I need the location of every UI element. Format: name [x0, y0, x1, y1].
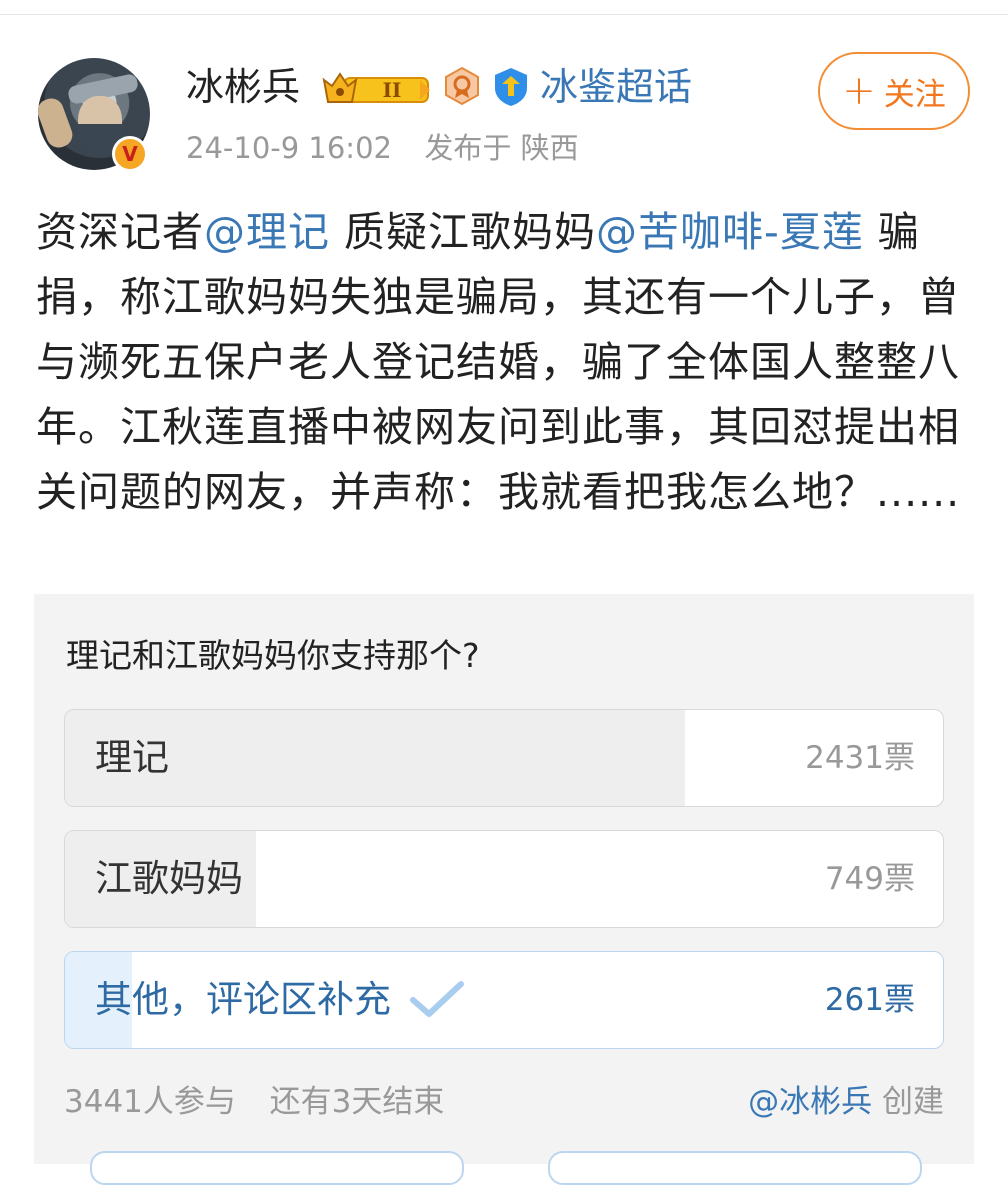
poll-title: 理记和江歌妈妈你支持那个? — [66, 636, 480, 675]
vip-v-badge-icon: V — [112, 136, 148, 172]
follow-button[interactable]: + 关注 — [818, 52, 970, 130]
poll-option[interactable]: 理记 2431票 — [64, 709, 944, 807]
username[interactable]: 冰彬兵 — [186, 62, 300, 112]
location: 发布于 陕西 — [424, 131, 579, 165]
action-button-right[interactable] — [548, 1151, 922, 1185]
follow-label: 关注 — [883, 76, 946, 113]
poll-participants: 3441人参与 — [64, 1084, 236, 1120]
poll-remaining: 还有3天结束 — [269, 1084, 445, 1120]
plus-icon: + — [842, 68, 876, 114]
poll-option-label: 理记 — [95, 736, 169, 779]
mention-link[interactable]: @苦咖啡-夏莲 — [596, 208, 864, 256]
post-text-segment: 资深记者 — [36, 208, 204, 256]
post-meta: 24-10-9 16:02 发布于 陕西 — [186, 126, 579, 170]
action-button-left[interactable] — [90, 1151, 464, 1185]
crown-level-badge-icon: II — [322, 72, 430, 103]
post-text: 资深记者@理记 质疑江歌妈妈@苦咖啡-夏莲 骗捐，称江歌妈妈失独是骗局，其还有一… — [36, 200, 976, 525]
medal-icon — [445, 66, 479, 106]
topic-link[interactable]: 冰鉴超话 — [540, 62, 692, 112]
creator-mention[interactable]: @冰彬兵 — [748, 1084, 872, 1120]
poll-option-selected[interactable]: 其他，评论区补充 261票 — [64, 951, 944, 1049]
creator-suffix: 创建 — [872, 1084, 944, 1120]
verified-shield-icon — [495, 68, 527, 106]
timestamp: 24-10-9 16:02 — [186, 131, 392, 165]
poll-stats: 3441人参与 还有3天结束 — [64, 1082, 444, 1122]
poll-option-count: 749票 — [824, 861, 915, 897]
poll-option-count: 261票 — [824, 982, 915, 1018]
poll-creator: @冰彬兵 创建 — [748, 1082, 944, 1122]
poll-option-label: 其他，评论区补充 — [95, 978, 391, 1021]
mention-link[interactable]: @理记 — [204, 208, 330, 256]
poll-option-label: 江歌妈妈 — [95, 857, 243, 900]
post-text-segment: 质疑江歌妈妈 — [330, 208, 597, 256]
poll-option-count: 2431票 — [805, 740, 915, 776]
poll-card: 理记和江歌妈妈你支持那个? 理记 2431票 江歌妈妈 749票 其他，评论区补… — [34, 594, 974, 1164]
svg-text:II: II — [383, 78, 402, 102]
top-divider — [0, 14, 1008, 15]
checkmark-icon — [410, 981, 464, 1017]
poll-option[interactable]: 江歌妈妈 749票 — [64, 830, 944, 928]
